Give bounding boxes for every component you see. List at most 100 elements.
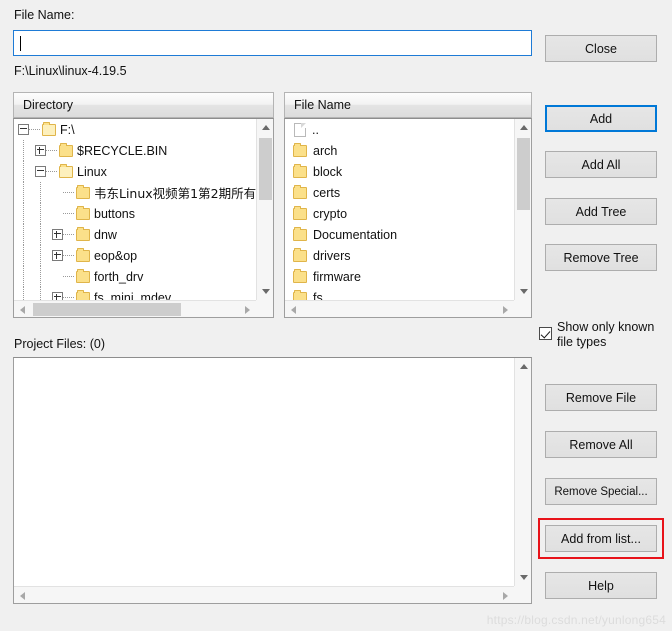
tree-expand-icon[interactable] [35, 145, 46, 156]
tree-item[interactable]: 韦东Linux视频第1第2期所有源码 [14, 182, 256, 203]
text-cursor [20, 35, 21, 51]
file-list-item-label: firmware [313, 269, 361, 284]
add-button[interactable]: Add [545, 105, 657, 132]
file-list[interactable]: .. arch block certs crypto Documentation drive… [285, 119, 514, 300]
scroll-right-icon[interactable] [239, 301, 256, 317]
show-only-known-file-types-checkbox[interactable]: Show only known file types [539, 320, 667, 350]
folder-icon [293, 226, 307, 241]
watermark: https://blog.csdn.net/yunlong654 [486, 613, 666, 627]
directory-hscroll-thumb[interactable] [33, 303, 181, 316]
file-vertical-scrollbar[interactable] [514, 119, 531, 300]
file-list-item[interactable]: drivers [285, 245, 514, 266]
close-button[interactable]: Close [545, 35, 657, 62]
folder-icon [293, 289, 307, 300]
tree-expand-icon[interactable] [52, 250, 63, 261]
file-list-item-label: drivers [313, 248, 351, 263]
scroll-up-icon[interactable] [515, 358, 531, 375]
file-list-item[interactable]: firmware [285, 266, 514, 287]
remove-all-button[interactable]: Remove All [545, 431, 657, 458]
tree-guide-line [23, 161, 24, 182]
directory-horizontal-scrollbar[interactable] [14, 300, 256, 317]
project-files-panel[interactable] [13, 357, 532, 604]
tree-item-label: Linux [77, 164, 107, 179]
file-list-item[interactable]: block [285, 161, 514, 182]
tree-connector [63, 233, 74, 236]
file-vscroll-thumb[interactable] [517, 138, 530, 210]
directory-tree-panel[interactable]: F:\ $RECYCLE.BIN Linux 韦东Linux视频第1第2期所有源码 bu… [13, 118, 274, 318]
tree-guide-line [23, 182, 24, 203]
tree-item-label: forth_drv [94, 269, 144, 284]
tree-item-label: eop&op [94, 248, 138, 263]
scroll-up-icon[interactable] [257, 119, 273, 136]
file-list-item[interactable]: crypto [285, 203, 514, 224]
scroll-down-icon[interactable] [515, 569, 531, 586]
tree-connector [63, 254, 74, 257]
file-name-input[interactable] [13, 30, 532, 56]
tree-guide-line [23, 224, 24, 245]
file-list-item[interactable]: arch [285, 140, 514, 161]
tree-guide-line [40, 224, 41, 245]
tree-item-label: 韦东Linux视频第1第2期所有源码 [94, 186, 256, 201]
folder-icon [76, 226, 90, 241]
tree-item[interactable]: forth_drv [14, 266, 256, 287]
add-from-list-button[interactable]: Add from list... [545, 525, 657, 552]
tree-guide-line [23, 245, 24, 266]
checkbox-box[interactable] [539, 327, 552, 340]
file-list-item-label: Documentation [313, 227, 398, 242]
folder-icon [76, 184, 90, 199]
add-all-button[interactable]: Add All [545, 151, 657, 178]
tree-item[interactable]: F:\ [14, 119, 256, 140]
tree-guide-line [23, 266, 24, 287]
tree-item[interactable]: fs_mini_mdev [14, 287, 256, 300]
tree-item[interactable]: Linux [14, 161, 256, 182]
file-list-panel[interactable]: .. arch block certs crypto Documentation drive… [284, 118, 532, 318]
file-list-item[interactable]: certs [285, 182, 514, 203]
scroll-left-icon[interactable] [14, 587, 31, 603]
tree-item-label: dnw [94, 227, 117, 242]
project-files-label: Project Files: (0) [14, 337, 105, 351]
scroll-left-icon[interactable] [14, 301, 31, 317]
help-button[interactable]: Help [545, 572, 657, 599]
add-tree-button[interactable]: Add Tree [545, 198, 657, 225]
tree-connector [29, 128, 40, 131]
tree-item-label: fs_mini_mdev [94, 290, 172, 301]
remove-file-button[interactable]: Remove File [545, 384, 657, 411]
tree-item[interactable]: buttons [14, 203, 256, 224]
tree-expand-icon[interactable] [52, 292, 63, 300]
tree-collapse-icon[interactable] [35, 166, 46, 177]
scroll-up-icon[interactable] [515, 119, 531, 136]
tree-item-label: $RECYCLE.BIN [77, 143, 168, 158]
directory-tree-list[interactable]: F:\ $RECYCLE.BIN Linux 韦东Linux视频第1第2期所有源码 bu… [14, 119, 256, 300]
project-files-list[interactable] [14, 358, 514, 586]
file-horizontal-scrollbar[interactable] [285, 300, 514, 317]
scroll-down-icon[interactable] [515, 283, 531, 300]
remove-special-button[interactable]: Remove Special... [545, 478, 657, 505]
tree-collapse-icon[interactable] [18, 124, 29, 135]
tree-guide-line [23, 203, 24, 224]
folder-icon [76, 205, 90, 220]
remove-tree-button[interactable]: Remove Tree [545, 244, 657, 271]
folder-icon [293, 142, 307, 157]
file-name-label: File Name: [14, 8, 75, 22]
tree-item[interactable]: eop&op [14, 245, 256, 266]
tree-item[interactable]: $RECYCLE.BIN [14, 140, 256, 161]
scroll-right-icon[interactable] [497, 301, 514, 317]
project-vertical-scrollbar[interactable] [514, 358, 531, 586]
tree-item-label: buttons [94, 206, 136, 221]
scroll-right-icon[interactable] [497, 587, 514, 603]
scroll-left-icon[interactable] [285, 301, 302, 317]
directory-vscroll-thumb[interactable] [259, 138, 272, 200]
directory-vertical-scrollbar[interactable] [256, 119, 273, 300]
file-list-item[interactable]: .. [285, 119, 514, 140]
project-horizontal-scrollbar[interactable] [14, 586, 514, 603]
folder-open-icon [59, 163, 73, 178]
check-icon [540, 328, 551, 339]
tree-connector [63, 296, 74, 299]
tree-item[interactable]: dnw [14, 224, 256, 245]
file-list-item-label: fs [313, 290, 323, 301]
tree-expand-icon[interactable] [52, 229, 63, 240]
scroll-down-icon[interactable] [257, 283, 273, 300]
file-list-item[interactable]: fs [285, 287, 514, 300]
file-list-item[interactable]: Documentation [285, 224, 514, 245]
checkbox-label: Show only known file types [557, 320, 655, 349]
